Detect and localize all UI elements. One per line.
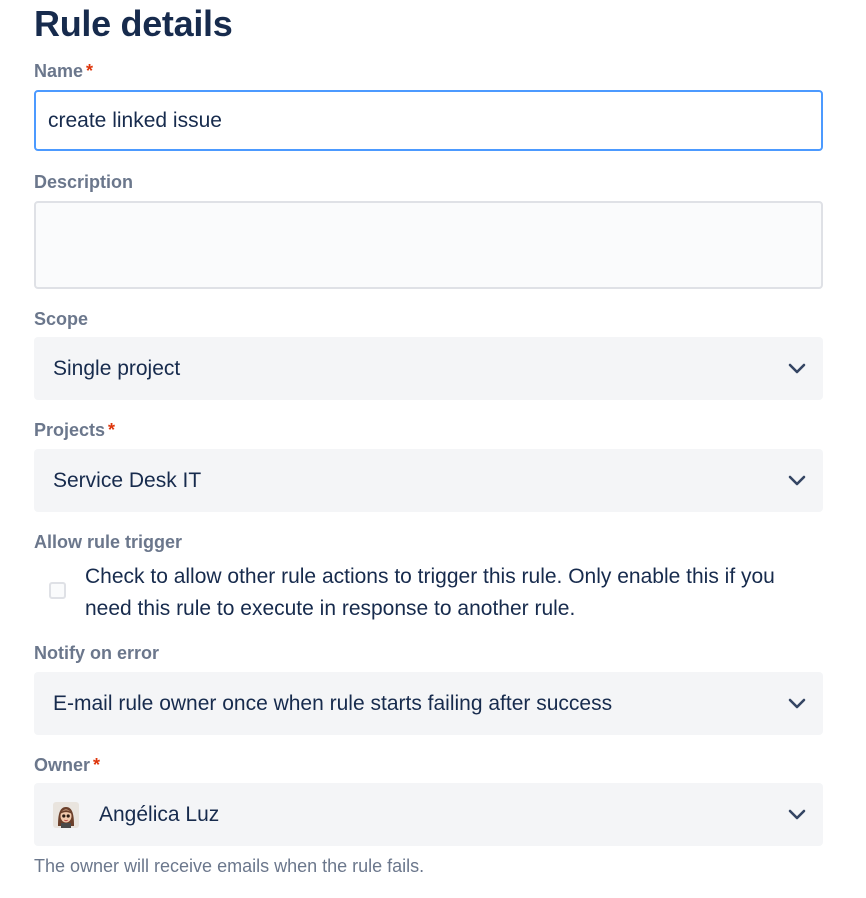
allow-rule-trigger-label: Allow rule trigger xyxy=(34,532,183,552)
required-marker: * xyxy=(93,755,101,775)
required-marker: * xyxy=(108,420,116,440)
allow-rule-trigger-description: Check to allow other rule actions to tri… xyxy=(85,565,775,620)
owner-label-text: Owner xyxy=(34,755,91,775)
chevron-down-icon xyxy=(785,803,809,827)
chevron-down-icon xyxy=(785,692,809,716)
allow-rule-trigger-checkbox[interactable] xyxy=(49,582,66,599)
scope-label: Scope xyxy=(34,309,89,329)
notify-on-error-label: Notify on error xyxy=(34,643,160,663)
projects-select[interactable]: Service Desk IT xyxy=(34,449,823,512)
projects-label-text: Projects xyxy=(34,420,106,440)
user-avatar-icon xyxy=(53,801,79,828)
description-input[interactable] xyxy=(34,201,823,289)
owner-select-value: Angélica Luz xyxy=(99,802,220,826)
name-label-text: Name xyxy=(34,61,84,81)
notify-on-error-select[interactable]: E-mail rule owner once when rule starts … xyxy=(34,672,823,735)
page-title: Rule details xyxy=(34,3,233,44)
chevron-down-icon xyxy=(785,357,809,381)
chevron-down-icon xyxy=(785,469,809,493)
description-label: Description xyxy=(34,172,134,192)
notify-on-error-select-value: E-mail rule owner once when rule starts … xyxy=(53,691,613,715)
scope-select[interactable]: Single project xyxy=(34,337,823,400)
name-label: Name * xyxy=(34,60,93,82)
projects-select-value: Service Desk IT xyxy=(53,468,202,492)
allow-rule-trigger-row: Check to allow other rule actions to tri… xyxy=(34,561,834,625)
scope-select-value: Single project xyxy=(53,356,181,380)
required-marker: * xyxy=(86,61,94,81)
projects-label: Projects * xyxy=(34,419,115,441)
rule-details-form: Rule details Name* Description Scope Sin… xyxy=(0,0,866,898)
owner-select[interactable]: Angélica Luz xyxy=(34,783,823,846)
owner-helper-text: The owner will receive emails when the r… xyxy=(34,856,425,876)
name-input[interactable] xyxy=(34,90,823,151)
owner-label: Owner * xyxy=(34,754,100,776)
